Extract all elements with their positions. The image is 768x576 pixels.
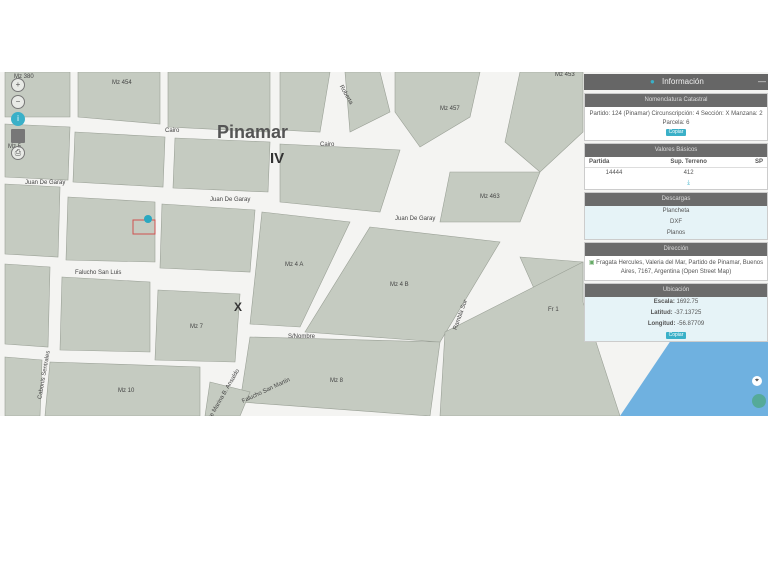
download-icon[interactable]: ⤓ <box>643 178 734 189</box>
section-header: Nomenclatura Catastral <box>585 94 767 107</box>
direccion-section: Dirección ▣ Fragata Hercules, Valeria de… <box>584 242 768 281</box>
partida-cell: 14444 <box>605 170 623 176</box>
column-header: Sup. Terreno <box>643 157 735 168</box>
manzana-label: Mz 453 <box>555 72 575 78</box>
street-label: Juan De Garay <box>395 216 436 222</box>
street-label: Juan De Garay <box>25 180 66 186</box>
manzana-label: Mz 4 B <box>390 282 409 288</box>
section-header: Ubicación <box>585 284 767 297</box>
street-label: Cairo <box>165 128 180 134</box>
panel-header: ● Información — <box>584 74 768 90</box>
longitud-label: Longitud: <box>647 321 676 327</box>
column-header: Partida <box>585 157 643 168</box>
map-pin-icon: ● <box>650 77 655 86</box>
seccion-label: X <box>234 300 243 314</box>
street-label: Cairo <box>320 142 335 148</box>
manzana-label: Mz 454 <box>112 80 132 86</box>
manzana-label: Mz 457 <box>440 106 460 112</box>
manzana-label: Mz 463 <box>480 194 500 200</box>
escala-label: Escala: <box>653 299 675 305</box>
longitud-value: -56.87709 <box>677 321 705 327</box>
section-header: Dirección <box>585 243 767 256</box>
map-toolbar: + − i ⎙ <box>8 72 28 188</box>
column-header: SP <box>734 157 767 168</box>
locate-icon[interactable]: ⌖ <box>752 376 762 386</box>
ubicacion-section: Ubicación Escala: 1692.75 Latitud: -37.1… <box>584 283 768 342</box>
escala-value: 1692.75 <box>676 299 699 305</box>
latitud-label: Latitud: <box>650 310 673 316</box>
copy-button[interactable]: Copiar <box>665 129 687 136</box>
manzana-label: Mz 7 <box>190 324 204 330</box>
collapse-button[interactable]: — <box>758 74 766 90</box>
circunscripcion-label: IV <box>270 150 285 167</box>
zoom-in-button[interactable]: + <box>11 78 25 92</box>
manzana-label: Mz 8 <box>330 378 344 384</box>
section-header: Descargas <box>585 193 767 206</box>
download-dxf[interactable]: DXF <box>585 217 767 228</box>
panel-title: Información <box>662 77 704 86</box>
globe-icon[interactable] <box>752 394 766 408</box>
download-planos[interactable]: Planos <box>585 228 767 239</box>
manzana-label: Mz 4 A <box>285 262 304 268</box>
sp-cell <box>734 168 767 179</box>
descargas-section: Descargas Plancheta DXF Planos <box>584 192 768 240</box>
address-text: Fragata Hercules, Valeria del Mar, Parti… <box>596 260 764 275</box>
latitud-value: -37.13725 <box>674 310 702 316</box>
manzana-label: Fr 1 <box>548 307 559 313</box>
street-label: Juan De Garay <box>210 197 251 203</box>
street-label: Falucho San Luis <box>75 270 122 276</box>
nomenclatura-text: Partido: 124 (Pinamar) Circunscripción: … <box>589 111 763 126</box>
zoom-out-button[interactable]: − <box>11 95 25 109</box>
section-header: Valores Básicos <box>585 144 767 157</box>
copy-coordinates-button[interactable]: Copiar <box>665 332 687 339</box>
download-plancheta[interactable]: Plancheta <box>585 206 767 217</box>
superficie-cell: 412 <box>683 170 694 176</box>
manzana-label: Mz 10 <box>118 388 135 394</box>
valores-section: Valores Básicos Partida Sup. Terreno SP 14… <box>584 143 768 190</box>
layers-button[interactable] <box>11 129 25 143</box>
street-label: S/Nombre <box>288 334 316 340</box>
nomenclatura-section: Nomenclatura Catastral Partido: 124 (Pin… <box>584 93 768 141</box>
city-label: Pinamar <box>217 122 289 142</box>
info-panel: ● Información — Nomenclatura Catastral P… <box>584 74 768 344</box>
print-button[interactable]: ⎙ <box>11 146 25 160</box>
info-button[interactable]: i <box>11 112 25 126</box>
